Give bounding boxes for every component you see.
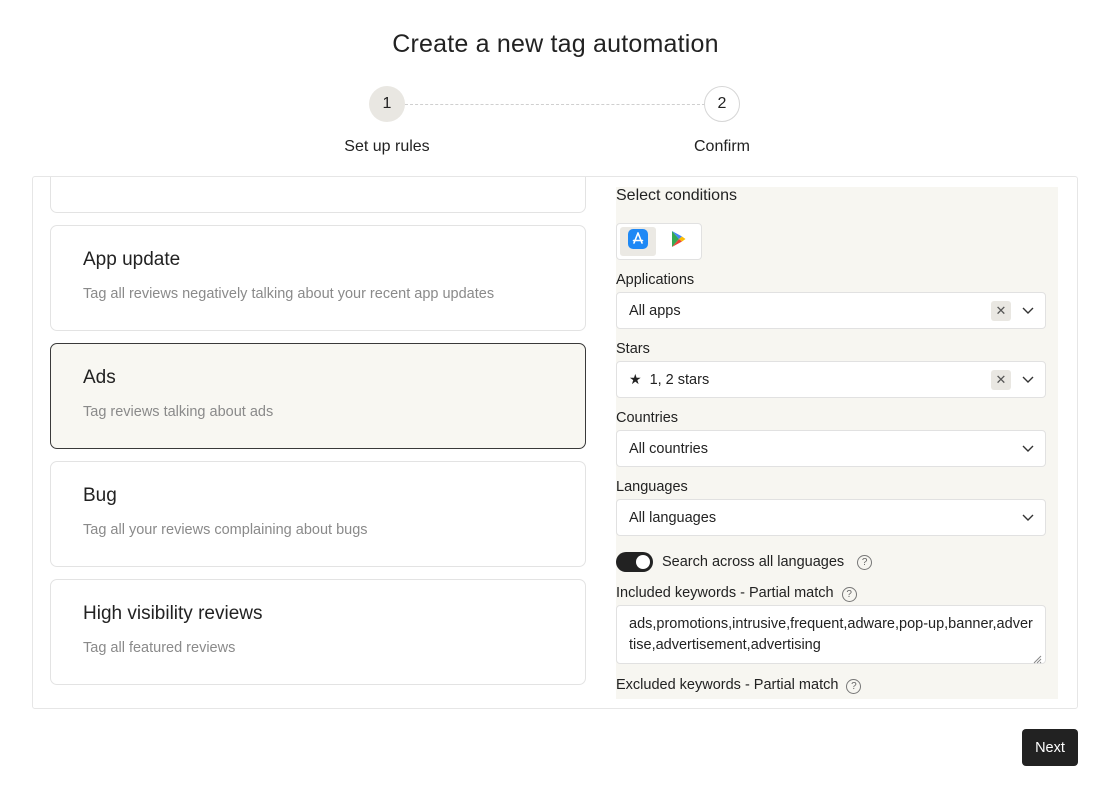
- included-keywords-label: Included keywords - Partial match: [616, 585, 834, 601]
- chevron-down-icon[interactable]: [1021, 442, 1035, 456]
- template-card-ads[interactable]: Ads Tag reviews talking about ads: [50, 343, 586, 449]
- template-card-high-visibility[interactable]: High visibility reviews Tag all featured…: [50, 579, 586, 685]
- languages-value: All languages: [629, 509, 717, 526]
- clear-icon[interactable]: ✕: [991, 369, 1011, 390]
- card-title: App update: [83, 249, 181, 270]
- template-card-bug[interactable]: Bug Tag all your reviews complaining abo…: [50, 461, 586, 567]
- countries-value: All countries: [629, 440, 708, 457]
- stars-select[interactable]: ★ 1, 2 stars ✕: [616, 361, 1046, 398]
- template-card-app-update[interactable]: App update Tag all reviews negatively ta…: [50, 225, 586, 331]
- card-title: Bug: [83, 485, 117, 506]
- excluded-keywords-label-row: Excluded keywords - Partial match ?: [616, 677, 862, 694]
- included-keywords-label-row: Included keywords - Partial match ?: [616, 585, 857, 602]
- countries-label: Countries: [616, 410, 679, 426]
- languages-select[interactable]: All languages: [616, 499, 1046, 536]
- card-description: Tag all your reviews complaining about b…: [83, 522, 368, 538]
- stars-value: 1, 2 stars: [649, 371, 710, 388]
- card-description: Tag all reviews negatively talking about…: [83, 286, 495, 302]
- search-all-languages-label: Search across all languages: [662, 554, 845, 570]
- step-1-label: Set up rules: [344, 138, 430, 155]
- template-list[interactable]: App update Tag all reviews negatively ta…: [50, 177, 603, 708]
- step-2-indicator[interactable]: 2: [704, 86, 740, 122]
- step-2-label: Confirm: [693, 138, 750, 155]
- applications-select[interactable]: All apps ✕: [616, 292, 1046, 329]
- card-title: High visibility reviews: [83, 603, 263, 624]
- stars-label: Stars: [616, 341, 650, 357]
- applications-value: All apps: [629, 302, 681, 319]
- app-store-button[interactable]: [620, 227, 656, 256]
- search-all-languages-row: Search across all languages ?: [616, 552, 873, 572]
- chevron-down-icon[interactable]: [1021, 373, 1035, 387]
- step-connector: [405, 104, 705, 105]
- google-play-icon: [668, 229, 688, 254]
- search-all-languages-toggle[interactable]: [616, 552, 653, 572]
- rules-panel: App update Tag all reviews negatively ta…: [32, 176, 1078, 709]
- template-card-partial[interactable]: [50, 177, 586, 213]
- card-description: Tag all featured reviews: [83, 640, 236, 656]
- applications-label: Applications: [616, 272, 695, 288]
- countries-select[interactable]: All countries: [616, 430, 1046, 467]
- google-play-button[interactable]: [660, 227, 696, 256]
- help-icon[interactable]: ?: [857, 554, 873, 570]
- store-selector[interactable]: [616, 223, 702, 260]
- page-title: Create a new tag automation: [392, 30, 719, 58]
- conditions-title: Select conditions: [616, 187, 737, 204]
- included-keywords-input[interactable]: ads,promotions,intrusive,frequent,adware…: [616, 605, 1046, 664]
- conditions-panel[interactable]: Select conditions Applications All apps …: [616, 187, 1058, 699]
- clear-icon[interactable]: ✕: [991, 300, 1011, 321]
- included-keywords-value: ads,promotions,intrusive,frequent,adware…: [629, 616, 1033, 653]
- excluded-keywords-label: Excluded keywords - Partial match: [616, 677, 839, 693]
- next-button[interactable]: Next: [1022, 729, 1078, 766]
- star-icon: ★: [629, 371, 642, 387]
- chevron-down-icon[interactable]: [1021, 511, 1035, 525]
- stepper: 1 2 Set up rules Confirm: [0, 86, 1111, 166]
- help-icon[interactable]: ?: [846, 679, 862, 694]
- card-title: Ads: [83, 367, 116, 388]
- chevron-down-icon[interactable]: [1021, 304, 1035, 318]
- app-store-icon: [628, 229, 648, 254]
- languages-label: Languages: [616, 479, 688, 495]
- help-icon[interactable]: ?: [841, 587, 857, 602]
- card-description: Tag reviews talking about ads: [83, 404, 274, 420]
- step-1-indicator[interactable]: 1: [369, 86, 405, 122]
- resize-handle-icon[interactable]: [1032, 650, 1042, 664]
